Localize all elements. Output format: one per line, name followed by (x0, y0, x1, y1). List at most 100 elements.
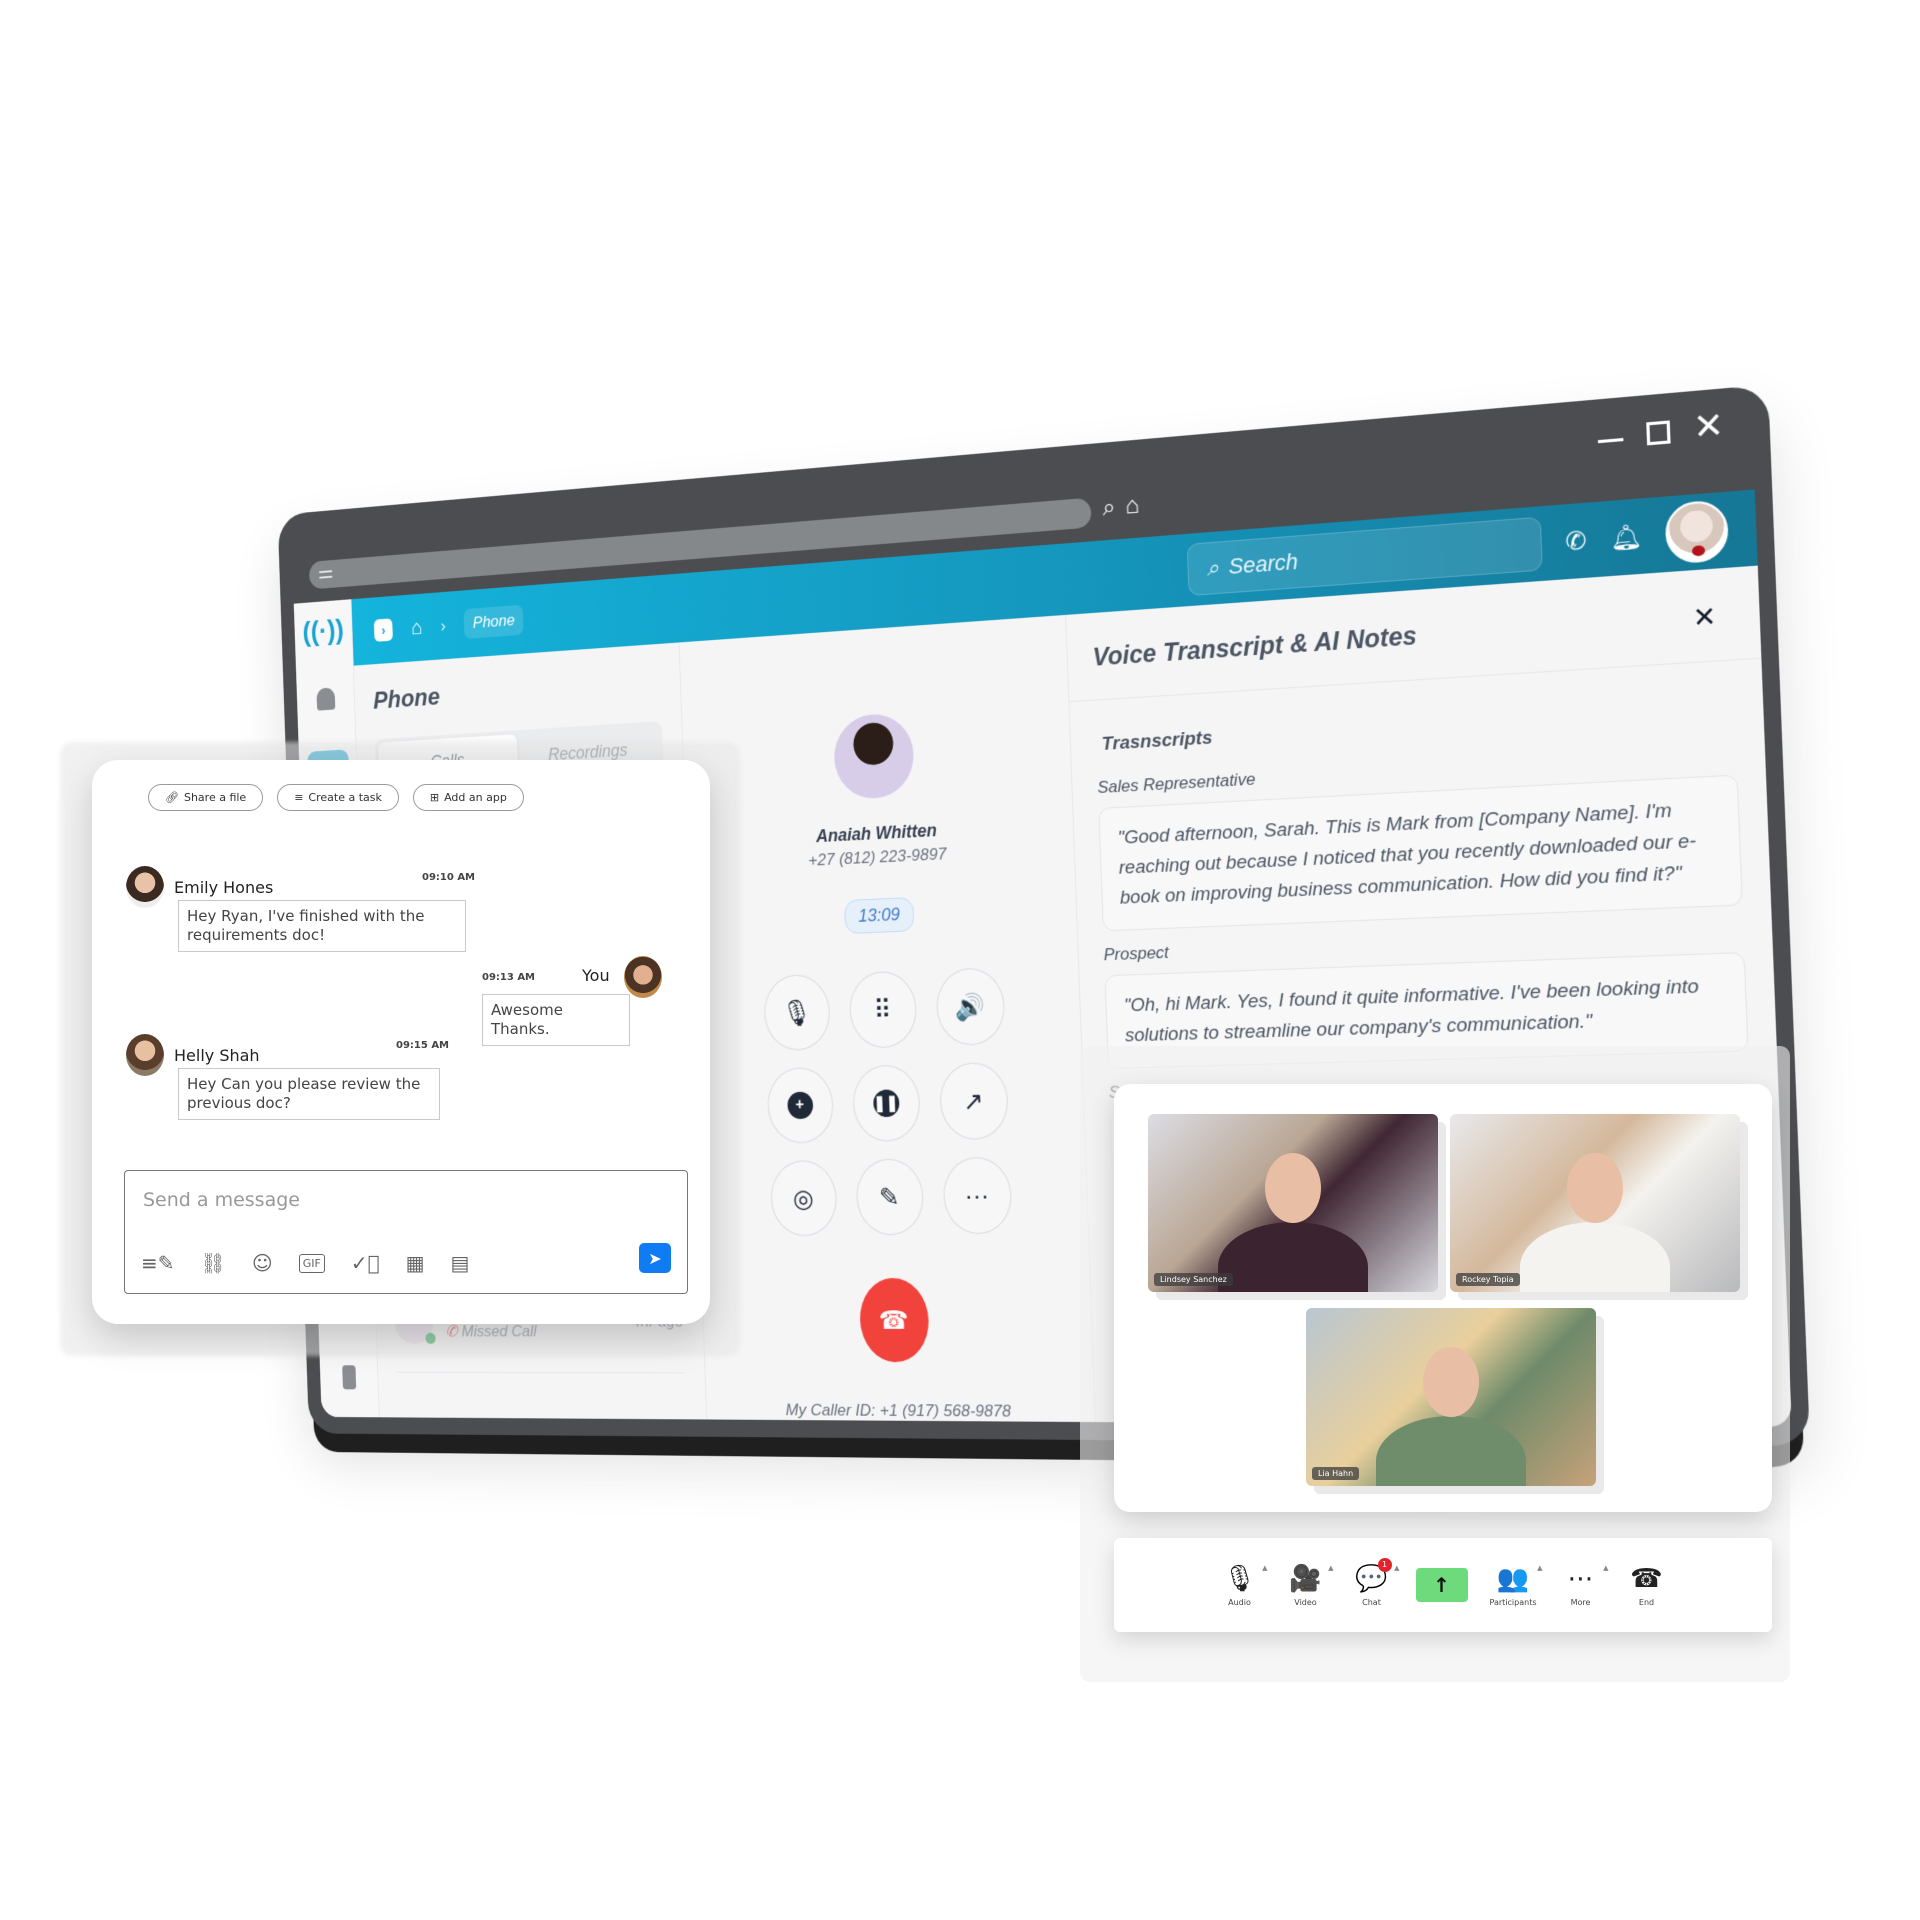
calendar-icon[interactable]: ▦ (406, 1251, 425, 1275)
audio-button[interactable]: 🎙 ▲ Audio (1218, 1564, 1268, 1607)
message-composer[interactable]: Send a message ≡✎ ⛓︎ ☺ GIF ✓⃝ ▦ ▤ ➤ (124, 1170, 688, 1294)
record-button[interactable]: ◎ (769, 1159, 838, 1237)
pause-icon: ❚❚ (872, 1089, 900, 1118)
emoji-icon[interactable]: ☺ (252, 1251, 273, 1275)
participant-figure (1520, 1222, 1670, 1292)
participants-icon: 👥 (1496, 1563, 1530, 1594)
send-button[interactable]: ➤ (639, 1243, 671, 1273)
notes-button[interactable]: ✎ (854, 1158, 925, 1236)
participant-name: Lia Hahn (1312, 1467, 1360, 1480)
close-window-button[interactable]: ✕ (1692, 405, 1724, 448)
chip-label: Share a file (183, 791, 247, 804)
hangup-button[interactable]: ☎ (858, 1277, 930, 1363)
participant-name: Lindsey Sanchez (1154, 1273, 1233, 1286)
broadcast-tower-icon[interactable]: ((·)) (302, 615, 344, 649)
chip-label: Create a task (308, 791, 382, 804)
participant-video-tile[interactable]: Lia Hahn (1306, 1308, 1596, 1486)
format-icon[interactable]: ≡✎ (141, 1251, 175, 1275)
participant-video-tile[interactable]: Lindsey Sanchez (1148, 1114, 1438, 1292)
share-file-button[interactable]: 🔗︎ Share a file (148, 784, 264, 811)
caret-up-icon[interactable]: ▲ (1603, 1564, 1608, 1572)
sender-name: Helly Shah (174, 1045, 260, 1065)
minimize-button[interactable] (1597, 438, 1623, 444)
link-icon: 🔗︎ (165, 791, 179, 804)
maximize-button[interactable] (1645, 420, 1671, 446)
marketing-composition: ⌕ ⌂ ✕ ((·)) ✆ › ⌂ › Phone (0, 0, 1920, 1920)
settings-sliders-icon[interactable] (319, 566, 334, 582)
share-screen-button[interactable]: ↑ (1415, 1568, 1468, 1602)
gif-icon[interactable]: GIF (298, 1253, 325, 1273)
chat-button[interactable]: 💬 1 ▲ Chat (1350, 1557, 1400, 1607)
home-icon[interactable]: ⌂ (1125, 492, 1140, 521)
call-timer: 13:09 (843, 897, 915, 935)
window-controls: ✕ (1597, 405, 1725, 450)
end-call-button[interactable]: ☎ End (1625, 1564, 1669, 1607)
hangup-icon: ☎ (1630, 1563, 1663, 1594)
caret-up-icon[interactable]: ▲ (1537, 1564, 1542, 1572)
sidebar-item-home[interactable] (316, 687, 335, 711)
message-time: 09:13 AM (482, 972, 536, 983)
breadcrumb-separator: › (440, 615, 447, 635)
search-placeholder: Search (1228, 548, 1299, 580)
document-icon[interactable]: ▤ (451, 1251, 470, 1275)
control-label: More (1570, 1597, 1591, 1607)
hangup-icon: ☎ (878, 1304, 910, 1335)
record-icon: ◎ (792, 1183, 815, 1213)
transcripts-heading: Trasnscripts (1101, 727, 1213, 755)
add-call-button[interactable]: + (765, 1066, 834, 1144)
keypad-button[interactable]: ⠿ (847, 970, 918, 1049)
caret-up-icon[interactable]: ▲ (1328, 1564, 1333, 1572)
video-button[interactable]: 🎥 ▲ Video (1284, 1564, 1333, 1607)
page-title: Phone (372, 681, 441, 715)
call-actions: 🎙 ⠿ 🔊 + ❚❚ ↗ ◎ ✎ ··· (762, 967, 1013, 1237)
keypad-icon: ⠿ (873, 994, 892, 1025)
close-icon[interactable]: ✕ (1692, 600, 1717, 634)
sidebar-item-device[interactable] (341, 1365, 356, 1390)
transfer-button[interactable]: ↗ (938, 1061, 1009, 1141)
control-label: Audio (1228, 1597, 1251, 1607)
speaker-button[interactable]: 🔊 (934, 967, 1006, 1047)
more-button[interactable]: ··· (941, 1156, 1013, 1235)
user-avatar[interactable] (1664, 499, 1730, 565)
create-task-button[interactable]: ≡ Create a task (277, 784, 399, 811)
sender-name: Emily Hones (174, 877, 274, 897)
unread-badge: 1 (1377, 1557, 1392, 1572)
participant-figure (1218, 1222, 1368, 1292)
add-app-button[interactable]: ⊞ Add an app (412, 784, 524, 811)
search-icon[interactable]: ⌕ (1102, 494, 1116, 523)
control-label: End (1638, 1597, 1655, 1607)
chip-label: Add an app (444, 791, 507, 804)
check-circle-icon[interactable]: ✓⃝ (351, 1251, 380, 1275)
transcript-title: Voice Transcript & AI Notes (1092, 621, 1418, 672)
phone-ring-icon[interactable]: ✆ (1565, 525, 1587, 557)
participant-name: Rockey Topia (1456, 1273, 1520, 1286)
participant-face (1567, 1153, 1623, 1224)
more-icon: ··· (964, 1180, 990, 1211)
breadcrumb-home-icon[interactable]: ⌂ (411, 615, 423, 640)
participants-button[interactable]: 👥 ▲ Participants (1489, 1563, 1543, 1607)
chat-quick-actions: 🔗︎ Share a file ≡ Create a task ⊞ Add an ap… (148, 784, 688, 811)
composer-toolbar: ≡✎ ⛓︎ ☺ GIF ✓⃝ ▦ ▤ (141, 1251, 469, 1275)
control-label: Chat (1362, 1597, 1381, 1607)
apps-icon: ⊞ (429, 791, 440, 804)
send-icon: ➤ (648, 1248, 662, 1268)
header-spacer (542, 572, 1166, 619)
control-label: Video (1294, 1597, 1317, 1607)
transcript-entry: "Good afternoon, Sarah. This is Mark fro… (1098, 774, 1743, 932)
control-label: Participants (1489, 1597, 1537, 1607)
message-text: Hey Ryan, I've finished with the require… (178, 900, 466, 952)
bell-icon[interactable]: 🔔︎ (1609, 521, 1643, 554)
link-icon[interactable]: ⛓︎ (201, 1251, 226, 1275)
caller-avatar (832, 712, 915, 801)
caret-up-icon[interactable]: ▲ (1394, 1564, 1399, 1572)
title-bar-icons: ⌕ ⌂ (1102, 492, 1140, 523)
more-button[interactable]: ⋯ ▲ More (1559, 1564, 1609, 1607)
caret-up-icon[interactable]: ▲ (1262, 1564, 1267, 1572)
participant-video-tile[interactable]: Rockey Topia (1450, 1114, 1740, 1292)
video-meeting-card: Lindsey Sanchez Rockey Topia Lia Hahn (1114, 1084, 1772, 1512)
hold-button[interactable]: ❚❚ (851, 1064, 921, 1143)
sender-name: You (582, 966, 610, 985)
breadcrumb-current[interactable]: Phone (463, 604, 524, 640)
mute-button[interactable]: 🎙 (762, 973, 831, 1052)
sidebar-toggle-button[interactable]: › (373, 618, 393, 642)
